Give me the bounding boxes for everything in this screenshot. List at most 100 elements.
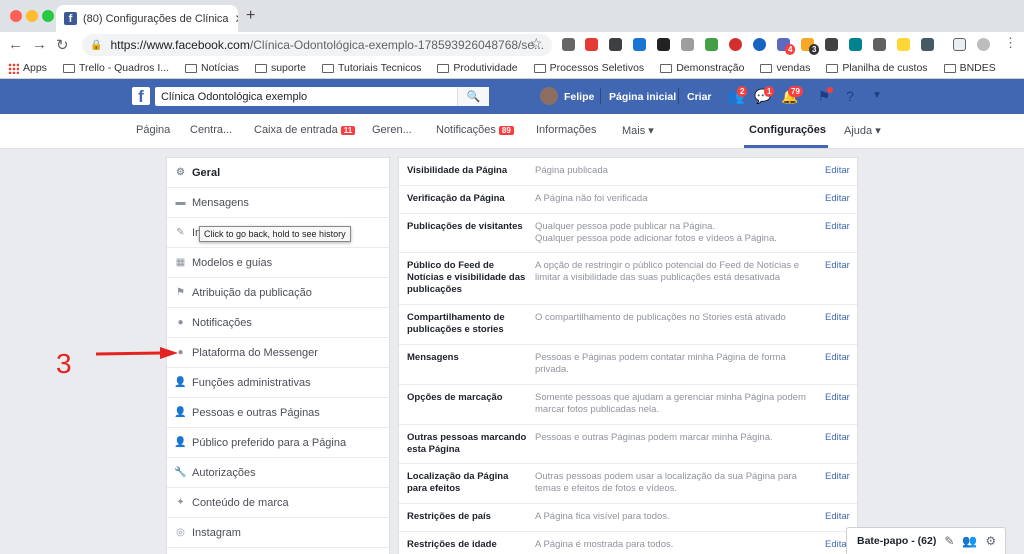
tab-gerenciar[interactable]: Geren...	[372, 124, 412, 136]
extension-stop-icon[interactable]	[729, 38, 742, 51]
sidebar-item-funcoes[interactable]: 👤 Funções administrativas	[167, 368, 389, 398]
grid-icon: ▦	[175, 257, 186, 268]
extension-dark-icon[interactable]	[825, 38, 838, 51]
tab-pagina[interactable]: Página	[136, 124, 170, 136]
new-tab-icon[interactable]: +	[246, 7, 255, 25]
extension-wave-icon[interactable]	[705, 38, 718, 51]
edit-link[interactable]: Editar	[825, 432, 850, 443]
row-label: Público do Feed de Notícias e visibilida…	[407, 260, 526, 295]
edit-link[interactable]: Editar	[825, 193, 850, 204]
avatar[interactable]	[540, 87, 558, 105]
row-description: Página publicada	[535, 165, 608, 176]
compose-icon[interactable]: ✎	[944, 534, 954, 548]
extension-cube-icon[interactable]	[562, 38, 575, 51]
bookmark-item[interactable]: Tutoriais Tecnicos	[321, 62, 421, 74]
sidebar-item-autorizacoes[interactable]: 🔧 Autorizações	[167, 458, 389, 488]
edit-link[interactable]: Editar	[825, 352, 850, 363]
extension-arrow-icon[interactable]	[657, 38, 670, 51]
home-link[interactable]: Página inicial	[609, 91, 676, 103]
chat-bar[interactable]: Bate-papo - (62) ✎ 👥 ⚙	[846, 527, 1006, 554]
tab-configuracoes[interactable]: Configurações	[749, 124, 826, 136]
tab-caixa-de-entrada[interactable]: Caixa de entrada 11	[254, 124, 356, 136]
url-input[interactable]: 🔒 https://www.facebook.com/Clínica-Odont…	[82, 34, 552, 56]
help-icon[interactable]: ?	[841, 88, 859, 104]
tab-informacoes[interactable]: Informações	[536, 124, 597, 136]
group-icon[interactable]: 👥	[962, 534, 977, 548]
edit-link[interactable]: Editar	[825, 312, 850, 323]
sidebar-item-notificacoes[interactable]: ● Notificações	[167, 308, 389, 338]
gear-icon: ⚙	[176, 167, 185, 178]
bookmark-item[interactable]: Planilha de custos	[826, 62, 928, 74]
row-label: Mensagens	[407, 352, 459, 363]
browser-tab[interactable]: f (80) Configurações de Clínica ✕	[56, 5, 238, 32]
sidebar-item-geral[interactable]: ⚙ Geral	[167, 158, 389, 188]
sidebar-item-conteudo-marca[interactable]: ✦ Conteúdo de marca	[167, 488, 389, 518]
bookmark-item[interactable]: Processos Seletivos	[533, 62, 644, 74]
search-value: Clínica Odontológica exemplo	[161, 90, 308, 103]
minimize-window-button[interactable]	[26, 10, 38, 22]
create-link[interactable]: Criar	[687, 91, 712, 103]
bookmark-label: suporte	[270, 62, 306, 74]
sidebar-item-label: Funções administrativas	[192, 376, 311, 389]
extension-circle-icon[interactable]	[753, 38, 766, 51]
extension-m-icon[interactable]	[849, 38, 862, 51]
sidebar-item-pessoas[interactable]: 👤 Pessoas e outras Páginas	[167, 398, 389, 428]
folder-icon	[826, 63, 839, 73]
account-menu-chevron-down-icon[interactable]: ▼	[868, 88, 886, 104]
edit-link[interactable]: Editar	[825, 471, 850, 482]
close-window-button[interactable]	[10, 10, 22, 22]
table-row: Visibilidade da Página Página publicada …	[399, 158, 857, 186]
bookmark-item[interactable]: Demonstração	[660, 62, 744, 74]
folder-icon	[660, 63, 673, 73]
gear-icon[interactable]: ⚙	[985, 534, 996, 548]
row-description: A opção de restringir o público potencia…	[535, 260, 800, 283]
page-navigation: Página Centra... Caixa de entrada 11 Gere…	[0, 114, 1024, 149]
sidebar-item-atribuicao[interactable]: ⚑ Atribuição da publicação	[167, 278, 389, 308]
close-tab-icon[interactable]: ✕	[235, 12, 238, 26]
bookmark-item[interactable]: Produtividade	[437, 62, 518, 74]
back-arrow-icon[interactable]: ←	[8, 36, 23, 53]
bookmark-item[interactable]: BNDES	[943, 62, 996, 74]
tab-mais[interactable]: Mais ▾	[622, 124, 654, 137]
extension-bank-icon[interactable]	[897, 38, 910, 51]
messenger-badge: 1	[764, 86, 775, 97]
sidebar-item-mensagens[interactable]: ▬ Mensagens	[167, 188, 389, 218]
bookmark-apps[interactable]: Apps	[8, 62, 47, 74]
sidebar-item-modelos[interactable]: ▦ Modelos e guias	[167, 248, 389, 278]
extension-video-icon[interactable]	[681, 38, 694, 51]
tab-notificacoes[interactable]: Notificações 89	[436, 124, 514, 136]
search-icon[interactable]: 🔍	[457, 87, 489, 106]
menu-dots-icon[interactable]: ⋮	[1004, 35, 1017, 51]
bookmark-item[interactable]: Trello - Quadros I...	[62, 62, 169, 74]
tab-central[interactable]: Centra...	[190, 124, 232, 136]
extension-flag-icon[interactable]	[873, 38, 886, 51]
extension-record-icon[interactable]	[585, 38, 598, 51]
sidebar-item-publico[interactable]: 👤 Público preferido para a Página	[167, 428, 389, 458]
maximize-window-button[interactable]	[42, 10, 54, 22]
profile-link[interactable]: Felipe	[564, 91, 594, 103]
forward-arrow-icon[interactable]: →	[32, 36, 47, 53]
bookmark-item[interactable]: Notícias	[185, 62, 239, 74]
bookmark-star-icon[interactable]: ☆	[530, 35, 543, 52]
profile-avatar-icon[interactable]	[977, 38, 990, 51]
search-input[interactable]: Clínica Odontológica exemplo 🔍	[155, 87, 489, 106]
cast-icon[interactable]	[953, 38, 966, 51]
extension-c-icon[interactable]	[921, 38, 934, 51]
sidebar-item-messenger[interactable]: ● Plataforma do Messenger	[167, 338, 389, 368]
bookmark-label: Trello - Quadros I...	[78, 62, 169, 74]
extension-screen-icon[interactable]	[609, 38, 622, 51]
notifications-tab-badge: 89	[498, 126, 514, 135]
edit-link[interactable]: Editar	[825, 221, 850, 232]
edit-link[interactable]: Editar	[825, 511, 850, 522]
edit-link[interactable]: Editar	[825, 165, 850, 176]
edit-link[interactable]: Editar	[825, 260, 850, 271]
sidebar-item-instagram[interactable]: ◎ Instagram	[167, 518, 389, 548]
bookmark-item[interactable]: suporte	[254, 62, 306, 74]
extension-transfer-icon[interactable]	[633, 38, 646, 51]
bookmark-item[interactable]: vendas	[760, 62, 810, 74]
facebook-logo-icon[interactable]: f	[132, 87, 150, 106]
tab-ajuda[interactable]: Ajuda ▾	[844, 124, 881, 137]
reload-icon[interactable]: ↻	[56, 36, 69, 54]
table-row: Compartilhamento de publicações e storie…	[399, 305, 857, 345]
edit-link[interactable]: Editar	[825, 392, 850, 403]
